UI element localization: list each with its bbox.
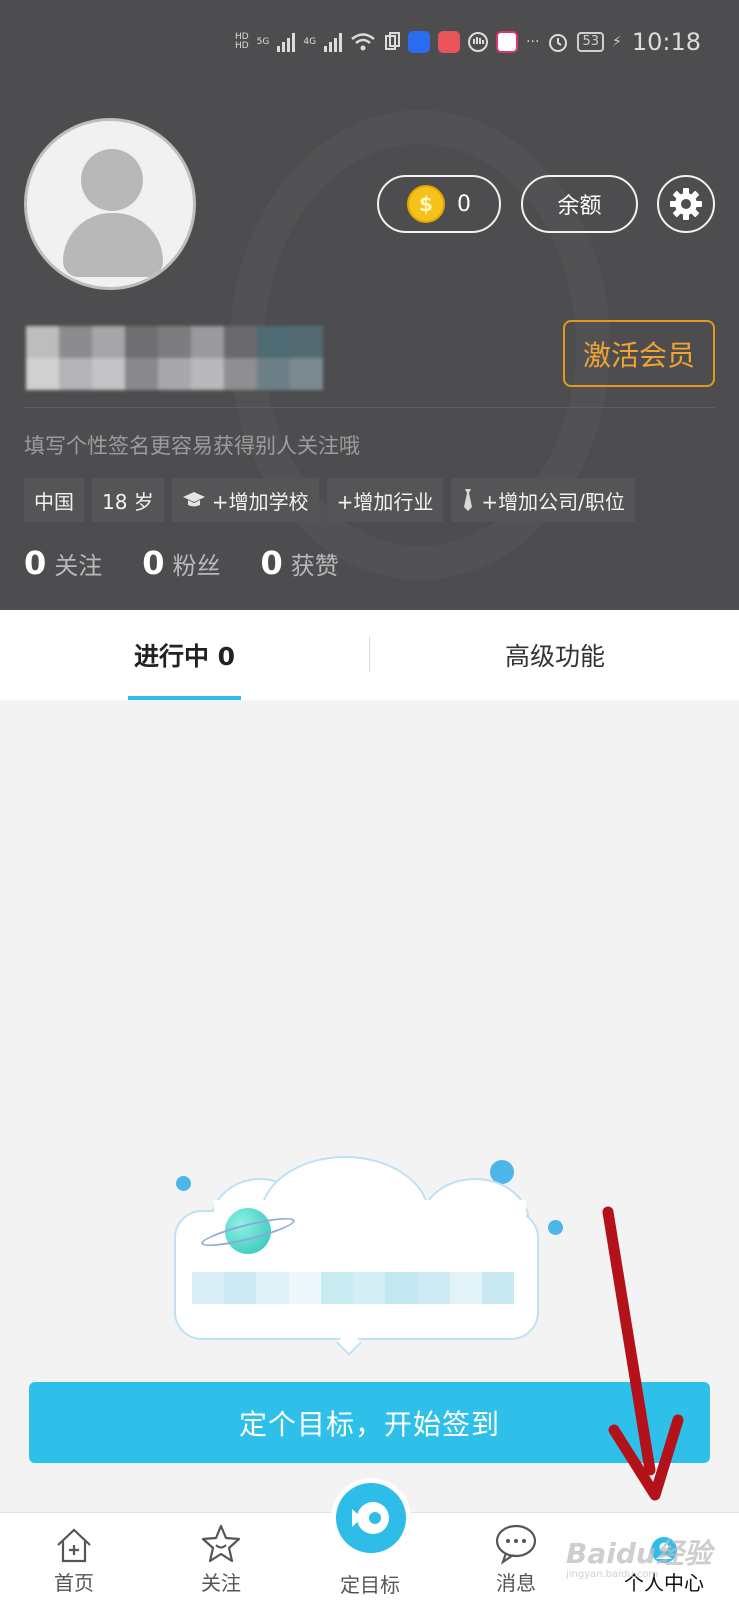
- more-notifications-icon: ···: [526, 34, 540, 50]
- app-notification-icon-blue: [408, 31, 431, 53]
- baidu-watermark: Baidu经验: [566, 1537, 712, 1570]
- coin-count: 0: [457, 191, 471, 217]
- signature-placeholder[interactable]: 填写个性签名更容易获得别人关注哦: [24, 430, 360, 460]
- activate-vip-button[interactable]: 激活会员: [563, 320, 715, 387]
- battery-icon: 53: [577, 32, 604, 52]
- nav-goal-label: 定目标: [340, 1573, 400, 1597]
- tag-company[interactable]: +增加公司/职位: [451, 478, 635, 522]
- avatar-head-shape: [81, 149, 143, 211]
- nav-follow[interactable]: 关注: [171, 1513, 271, 1600]
- balance-label: 余额: [557, 194, 602, 219]
- nav-messages[interactable]: 消息: [466, 1513, 566, 1600]
- tag-age[interactable]: 18 岁: [92, 478, 164, 522]
- coin-balance-button[interactable]: $ 0: [377, 175, 501, 233]
- profile-stats: 0 关注 0 粉丝 0 获赞: [24, 544, 339, 582]
- gear-icon: [670, 188, 702, 220]
- stat-likes[interactable]: 0 获赞: [261, 544, 339, 582]
- set-goal-fab[interactable]: [331, 1478, 411, 1558]
- tab-in-progress[interactable]: 进行中 0: [128, 610, 241, 700]
- star-icon: [201, 1524, 241, 1563]
- settings-button[interactable]: [657, 175, 715, 233]
- app-notification-icon-video: [496, 31, 519, 53]
- status-bar: HD HD 5G 4G ··· 53 ⚡ 10:18: [235, 22, 701, 62]
- tag-school[interactable]: +增加学校: [171, 478, 319, 522]
- tie-icon: [464, 489, 473, 511]
- blurred-illustration-text: [192, 1272, 515, 1304]
- stat-following[interactable]: 0 关注: [24, 544, 102, 582]
- balance-button[interactable]: 余额: [521, 175, 638, 233]
- coin-icon: $: [407, 185, 445, 223]
- avatar[interactable]: [24, 118, 196, 290]
- tab-separator: [369, 636, 370, 672]
- hand-icon: [468, 32, 489, 52]
- decor-dot: [548, 1220, 563, 1235]
- app-notification-icon-red: [438, 31, 461, 53]
- username-blurred: [26, 326, 326, 390]
- avatar-body-shape: [63, 213, 163, 277]
- active-tab-indicator: [128, 696, 241, 700]
- tag-industry[interactable]: +增加行业: [326, 478, 444, 522]
- hd-indicator: HD HD: [234, 32, 249, 51]
- set-goal-checkin-button[interactable]: 定个目标，开始签到: [29, 1382, 710, 1463]
- profile-tags: 中国 18 岁 +增加学校 +增加行业 +增加公司/职位: [24, 478, 635, 522]
- network-5g-label: 5G: [256, 36, 270, 47]
- status-time: 10:18: [631, 28, 701, 56]
- nav-home[interactable]: 首页: [24, 1513, 124, 1600]
- target-fish-icon: [352, 1502, 389, 1534]
- profile-header: HD HD 5G 4G ··· 53 ⚡ 10:18 $ 0 余额 激活会员 填…: [0, 0, 739, 610]
- alarm-icon: [549, 34, 568, 52]
- decor-dot: [176, 1176, 191, 1191]
- header-divider: [24, 407, 715, 408]
- tab-advanced-features[interactable]: 高级功能: [480, 610, 630, 700]
- graduation-cap-icon: [182, 492, 205, 507]
- sim-icon: [385, 32, 401, 50]
- wifi-icon: [351, 33, 375, 51]
- signal-icon-2: [324, 32, 343, 52]
- signal-icon: [277, 32, 296, 52]
- network-4g-label: 4G: [303, 36, 317, 47]
- charging-icon: ⚡: [611, 34, 622, 50]
- stat-followers[interactable]: 0 粉丝: [142, 544, 220, 582]
- tag-country[interactable]: 中国: [24, 478, 84, 522]
- home-icon: [57, 1528, 91, 1563]
- content-tabs: 进行中 0 高级功能: [0, 610, 739, 700]
- chat-bubble-icon: [495, 1524, 537, 1565]
- baidu-watermark-url: jingyan.baidu.com: [566, 1569, 659, 1580]
